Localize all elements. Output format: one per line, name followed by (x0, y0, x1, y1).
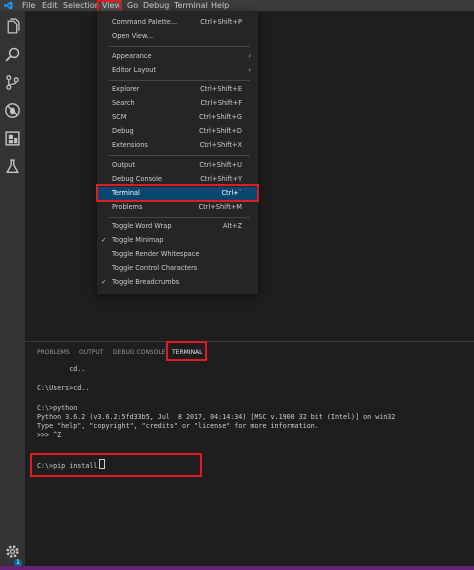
terminal-line: Type "help", "copyright", "credits" or "… (37, 422, 319, 430)
menu-item-extensions[interactable]: Extensions Ctrl+Shift+X (97, 139, 258, 152)
menu-bar: File Edit Selection View Go Debug Termin… (0, 0, 474, 11)
menu-item-toggle-control-characters[interactable]: Toggle Control Characters (97, 262, 258, 275)
menu-item-shortcut: Ctrl+Shift+D (199, 127, 242, 135)
menu-item-label: Debug (112, 127, 134, 135)
view-menu-dropdown: Command Palette... Ctrl+Shift+P Open Vie… (97, 11, 258, 294)
menu-separator (109, 155, 250, 156)
menu-item-label: Extensions (112, 141, 148, 149)
menu-item-label: Toggle Word Wrap (112, 222, 172, 230)
menu-separator (109, 80, 250, 81)
checkmark-icon: ✓ (101, 278, 107, 286)
menu-terminal[interactable]: Terminal (174, 0, 208, 11)
menu-item-label: Command Palette... (112, 18, 178, 26)
menu-item-label: Explorer (112, 85, 140, 93)
menu-item-shortcut: Ctrl+Shift+F (200, 99, 242, 107)
terminal-line: Python 3.6.2 (v3.6.2:5fd33b5, Jul 8 2017… (37, 413, 396, 421)
chevron-right-icon: › (248, 66, 251, 74)
explorer-icon[interactable] (4, 18, 21, 35)
menu-file[interactable]: File (22, 0, 35, 11)
menu-item-shortcut: Alt+Z (223, 222, 242, 230)
menu-item-open-view[interactable]: Open View... (97, 30, 258, 43)
menu-item-label: Toggle Breadcrumbs (112, 278, 180, 286)
settings-gear-icon[interactable] (4, 543, 21, 560)
pip-install-highlight (30, 453, 202, 477)
menu-item-shortcut: Ctrl+Shift+U (199, 161, 242, 169)
terminal-line: cd.. (37, 365, 86, 373)
terminal-tab-highlight (166, 341, 207, 361)
terminal-line: C:\Users>cd.. (37, 384, 90, 392)
menu-item-label: Toggle Control Characters (112, 264, 198, 272)
menu-separator (109, 46, 250, 47)
terminal-line: C:\>python (37, 404, 78, 412)
menu-help[interactable]: Help (211, 0, 229, 11)
menu-item-shortcut: Ctrl+Shift+M (198, 203, 242, 211)
menu-item-toggle-minimap[interactable]: ✓ Toggle Minimap (97, 234, 258, 247)
menu-go[interactable]: Go (127, 0, 138, 11)
menu-item-command-palette[interactable]: Command Palette... Ctrl+Shift+P (97, 16, 258, 29)
menu-item-appearance[interactable]: Appearance › (97, 50, 258, 63)
menu-item-scm[interactable]: SCM Ctrl+Shift+G (97, 111, 258, 124)
activity-bar: 1 (0, 11, 25, 567)
menu-item-label: SCM (112, 113, 127, 121)
menu-item-toggle-breadcrumbs[interactable]: ✓ Toggle Breadcrumbs (97, 276, 258, 289)
menu-item-shortcut: Ctrl+Shift+E (200, 85, 242, 93)
menu-item-shortcut: Ctrl+Shift+X (199, 141, 242, 149)
checkmark-icon: ✓ (101, 236, 107, 244)
tab-debug-console[interactable]: DEBUG CONSOLE (113, 347, 166, 359)
menu-item-shortcut: Ctrl+Shift+P (200, 18, 242, 26)
menu-item-search[interactable]: Search Ctrl+Shift+F (97, 97, 258, 110)
source-control-icon[interactable] (4, 74, 21, 91)
menu-item-label: Search (112, 99, 135, 107)
search-icon[interactable] (4, 46, 21, 63)
menu-debug[interactable]: Debug (143, 0, 169, 11)
extensions-icon[interactable] (4, 130, 21, 147)
menu-item-output[interactable]: Output Ctrl+Shift+U (97, 159, 258, 172)
menu-item-label: Editor Layout (112, 66, 157, 74)
status-bar (0, 566, 474, 570)
menu-separator (109, 217, 250, 218)
tab-problems[interactable]: PROBLEMS (37, 347, 70, 359)
menu-item-toggle-render-whitespace[interactable]: Toggle Render Whitespace (97, 248, 258, 261)
menu-item-label: Problems (112, 203, 143, 211)
menu-selection[interactable]: Selection (63, 0, 100, 11)
menu-item-shortcut: Ctrl+Shift+G (199, 113, 242, 121)
menu-item-editor-layout[interactable]: Editor Layout › (97, 64, 258, 77)
menu-item-label: Open View... (112, 32, 154, 40)
menu-edit[interactable]: Edit (42, 0, 58, 11)
debug-icon[interactable] (4, 102, 21, 119)
menu-item-problems[interactable]: Problems Ctrl+Shift+M (97, 201, 258, 214)
test-flask-icon[interactable] (4, 158, 21, 175)
vscode-logo-icon (4, 1, 13, 10)
menu-item-label: Toggle Render Whitespace (112, 250, 200, 258)
menu-item-label: Output (112, 161, 135, 169)
tab-output[interactable]: OUTPUT (79, 347, 103, 359)
menu-item-toggle-word-wrap[interactable]: Toggle Word Wrap Alt+Z (97, 220, 258, 233)
terminal-line: >>> ^Z (37, 431, 62, 439)
menu-item-explorer[interactable]: Explorer Ctrl+Shift+E (97, 83, 258, 96)
menu-item-label: Appearance (112, 52, 152, 60)
menu-item-label: Toggle Minimap (112, 236, 164, 244)
menu-item-debug[interactable]: Debug Ctrl+Shift+D (97, 125, 258, 138)
chevron-right-icon: › (248, 52, 251, 60)
terminal-menu-item-highlight (96, 184, 259, 202)
